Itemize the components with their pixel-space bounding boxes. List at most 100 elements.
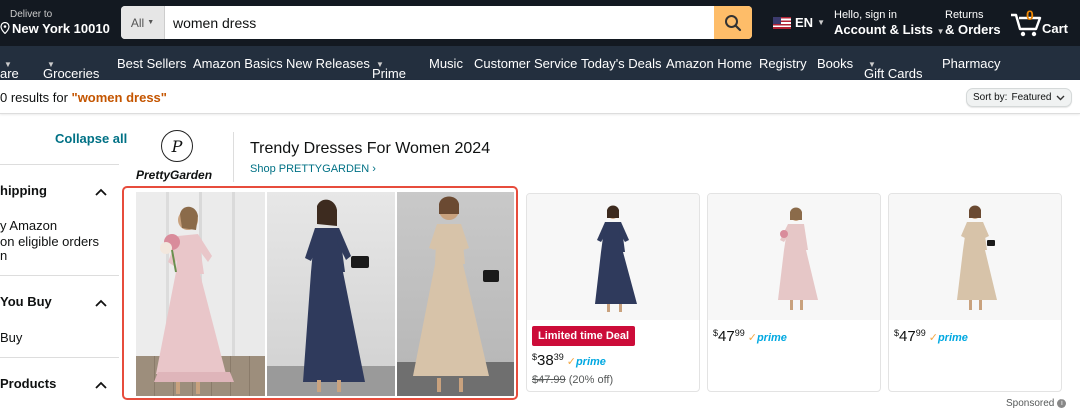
prime-check-icon: ✓ [928, 332, 938, 344]
sponsored-headline[interactable]: Trendy Dresses For Women 2024 [250, 140, 490, 158]
returns-label: Returns [945, 9, 984, 21]
caret-down-icon: ▼ [817, 18, 825, 27]
results-info-bar: 0 results for "women dress" Sort by: Fea… [0, 80, 1080, 114]
prime-badge: ✓prime [929, 332, 968, 344]
product-card[interactable]: $4799 ✓prime [888, 193, 1062, 392]
subnav-item-books[interactable]: Books [817, 56, 853, 71]
price-dollars: 47 [899, 328, 916, 345]
hero-image-carousel[interactable] [122, 186, 518, 400]
model-pink-dress-illustration [154, 206, 234, 394]
filter-option-buy[interactable]: Buy [0, 330, 22, 345]
filter-divider [0, 275, 119, 276]
filter-option-line[interactable]: n [0, 248, 7, 263]
language-selector[interactable]: EN ▼ [773, 15, 825, 30]
limited-time-deal-badge: Limited time Deal [532, 326, 636, 346]
subnav-item-new-releases[interactable]: New Releases [286, 56, 370, 71]
brand-logo-name[interactable]: PrettyGarden [136, 168, 212, 182]
cart-count: 0 [1026, 7, 1034, 23]
prime-label: prime [756, 332, 787, 344]
subnav-item-customer-service[interactable]: Customer Service [474, 56, 577, 71]
filter-option-eligible[interactable]: on eligible orders [0, 234, 99, 249]
filter-heading-products: Products [0, 376, 57, 391]
lifestyle-image-pink-dress[interactable] [136, 192, 265, 396]
subnav-item-best-sellers[interactable]: Best Sellers [117, 56, 186, 71]
deliver-label: Deliver to [10, 9, 53, 20]
account-and-lists[interactable]: Hello, sign in Account & Lists ▼ [834, 9, 945, 40]
product-image[interactable] [527, 194, 699, 320]
product-card[interactable]: Limited time Deal $3839 ✓prime $47.99 (20… [526, 193, 700, 392]
product-image[interactable] [708, 194, 880, 320]
subnav-item-registry[interactable]: Registry [759, 56, 807, 71]
pink-dress-thumbnail [778, 207, 818, 310]
list-price: $47.99 [532, 374, 566, 386]
lifestyle-image-navy-dress[interactable] [267, 192, 395, 396]
product-price: $4799 ✓prime [894, 328, 968, 345]
was-price: $47.99 (20% off) [532, 374, 613, 386]
deliver-to-location[interactable]: Deliver to New York 10010 [0, 9, 110, 37]
sort-by-label: Sort by: [973, 92, 1008, 103]
sort-by-dropdown[interactable]: Sort by: Featured [966, 88, 1072, 107]
subnav-item-todays-deals[interactable]: Today's Deals [581, 56, 662, 71]
product-image[interactable] [889, 194, 1061, 320]
deliver-location: New York 10010 [12, 21, 110, 36]
prime-check-icon: ✓ [566, 356, 576, 368]
search-input[interactable] [165, 6, 714, 39]
subnav-item-prime[interactable]: Prime ▼ [372, 56, 406, 81]
info-icon: i [1057, 399, 1067, 408]
model-beige-dress-illustration [413, 196, 499, 392]
price-dollars: 38 [537, 352, 554, 369]
caret-down-icon: ▼ [47, 60, 55, 69]
search-button[interactable] [714, 6, 752, 39]
filter-option-by-amazon[interactable]: y Amazon [0, 218, 57, 233]
chevron-up-icon[interactable] [94, 380, 108, 390]
chevron-up-icon[interactable] [94, 187, 108, 197]
beige-dress-thumbnail [957, 205, 997, 310]
location-pin-icon [0, 21, 10, 34]
results-prefix: 0 results for [0, 90, 72, 105]
price-cents: 99 [915, 328, 926, 338]
subnav-item-groceries[interactable]: Groceries ▼ [43, 56, 99, 81]
sponsored-label[interactable]: Sponsored i [1006, 398, 1067, 408]
collapse-all-link[interactable]: Collapse all [55, 131, 127, 146]
prime-badge: ✓prime [748, 332, 787, 344]
brand-logo[interactable]: P [161, 130, 193, 162]
brand-logo-mark: P [171, 136, 183, 156]
prime-label: prime [575, 356, 606, 368]
subnav-item-music[interactable]: Music [429, 56, 463, 71]
product-price: $4799 ✓prime [713, 328, 787, 345]
filter-divider [0, 357, 119, 358]
sponsored-text: Sponsored [1006, 398, 1055, 408]
top-navigation-bar: Deliver to New York 10010 All ▼ EN ▼ Hel… [0, 0, 1080, 46]
subnav-item-amazon-home[interactable]: Amazon Home [666, 56, 752, 71]
chevron-up-icon[interactable] [94, 298, 108, 308]
subnav-item-pharmacy[interactable]: Pharmacy [942, 56, 1001, 71]
caret-down-icon: ▼ [868, 60, 876, 69]
brand-divider [233, 132, 234, 182]
caret-down-icon: ▼ [936, 27, 945, 36]
prime-label: prime [937, 332, 968, 344]
product-card[interactable]: $4799 ✓prime [707, 193, 881, 392]
cart-button[interactable]: 0 Cart [1010, 7, 1080, 39]
caret-down-icon: ▼ [376, 60, 384, 69]
returns-and-orders[interactable]: Returns & Orders [945, 9, 1001, 38]
cart-label: Cart [1042, 21, 1069, 36]
us-flag-icon [773, 16, 791, 29]
search-icon [725, 14, 742, 31]
subnav-item-amazon-basics[interactable]: Amazon Basics [193, 56, 283, 71]
account-greeting: Hello, sign in [834, 9, 897, 21]
price-dollars: 47 [718, 328, 735, 345]
search-category-select[interactable]: All ▼ [121, 6, 165, 39]
model-navy-dress-illustration [303, 199, 369, 392]
caret-down-icon: ▼ [147, 19, 155, 26]
subnav-item-gift-cards[interactable]: Gift Cards ▼ [864, 56, 923, 81]
lifestyle-image-beige-dress[interactable] [397, 192, 514, 396]
caret-down-icon: ▼ [4, 60, 12, 69]
filter-heading-you-buy: You Buy [0, 294, 52, 309]
results-count: 0 results for "women dress" [0, 90, 167, 105]
discount-percent: (20% off) [568, 374, 614, 386]
account-lists-label: Account & Lists [834, 22, 933, 37]
language-label: EN [795, 15, 814, 30]
price-cents: 99 [734, 328, 745, 338]
subnav-item-care[interactable]: are ▼ [0, 56, 19, 81]
shop-brand-link[interactable]: Shop PRETTYGARDEN › [250, 163, 376, 175]
